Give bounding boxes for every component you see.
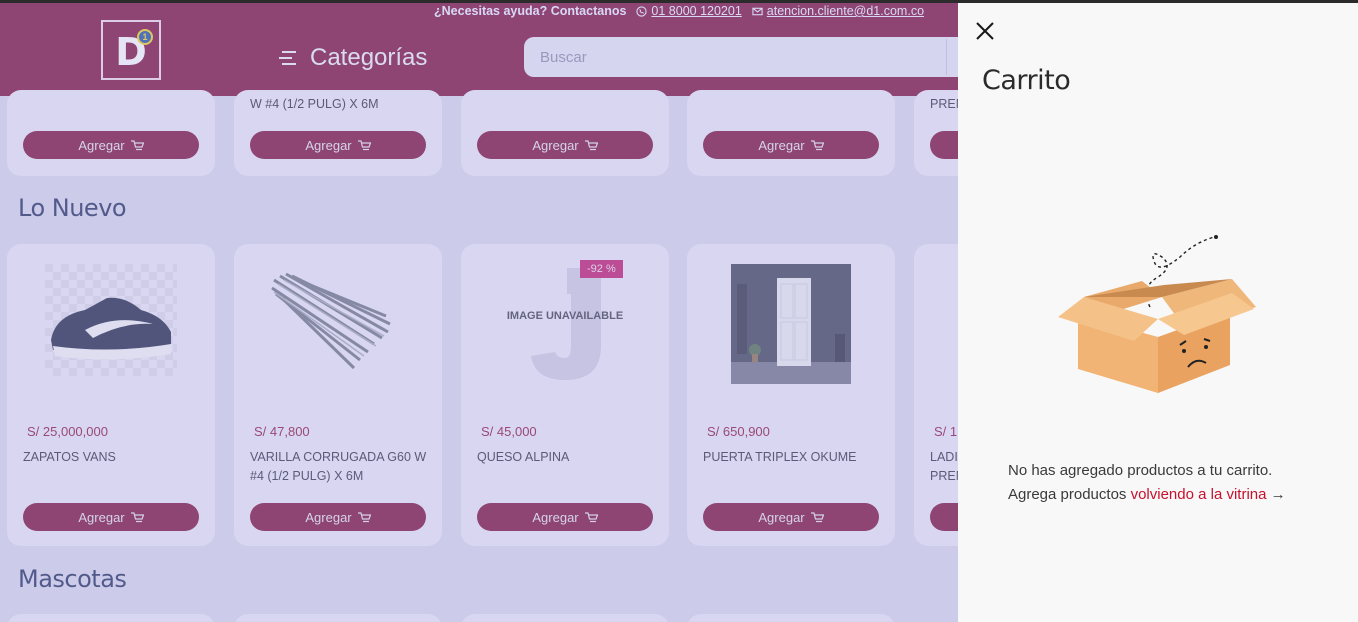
- logo-badge: 1: [137, 29, 153, 45]
- product-name: VARILLA CORRUGADA G60 W #4 (1/2 PULG) X …: [250, 450, 427, 483]
- phone-number: 01 8000 120201: [651, 4, 742, 18]
- close-icon[interactable]: [974, 20, 996, 42]
- add-to-cart-button[interactable]: Agregar: [703, 503, 879, 531]
- categories-label: Categorías: [310, 44, 428, 71]
- image-unavailable-placeholder: IMAGE UNAVAILABLE: [505, 264, 625, 384]
- cart-icon: [810, 511, 824, 522]
- product-card[interactable]: Agregar: [687, 90, 895, 176]
- product-name: PUERTA TRIPLEX OKUME: [703, 450, 857, 464]
- add-to-cart-button[interactable]: Agregar: [250, 131, 426, 159]
- d1-logo[interactable]: D 1: [101, 20, 161, 80]
- add-button-label: Agregar: [532, 509, 579, 525]
- product-card[interactable]: S/ 25,000,000 ZAPATOS VANS Agregar: [7, 244, 215, 546]
- help-bar: ¿Necesitas ayuda? Contactanos 01 8000 12…: [434, 4, 924, 18]
- product-card[interactable]: [687, 614, 895, 622]
- empty-cart-line1: No has agregado productos a tu carrito.: [1008, 462, 1273, 479]
- arrow-right-icon: →: [1270, 486, 1286, 503]
- cart-icon: [130, 139, 144, 150]
- add-to-cart-button[interactable]: Agregar: [250, 503, 426, 531]
- cart-drawer: Carrito No has agregado productos a tu c…: [958, 3, 1358, 622]
- cart-icon: [584, 511, 598, 522]
- search-divider: [946, 39, 947, 75]
- empty-cart-prefix: Agrega productos: [1008, 486, 1131, 503]
- site-header: ¿Necesitas ayuda? Contactanos 01 8000 12…: [0, 0, 958, 96]
- product-price: S/ 45,000: [481, 424, 537, 439]
- cart-icon: [810, 139, 824, 150]
- cart-icon: [584, 139, 598, 150]
- add-button-label: Agregar: [758, 509, 805, 525]
- phone-link[interactable]: 01 8000 120201: [636, 4, 742, 18]
- add-to-cart-button[interactable]: Agregar: [703, 131, 879, 159]
- product-card[interactable]: W #4 (1/2 PULG) X 6M Agregar: [234, 90, 442, 176]
- empty-cart-message: No has agregado productos a tu carrito. …: [1008, 459, 1348, 507]
- help-label: ¿Necesitas ayuda? Contactanos: [434, 4, 627, 18]
- placeholder-j-graphic: [531, 268, 601, 380]
- section-title-new: Lo Nuevo: [18, 194, 127, 222]
- window-top-border: [0, 0, 1358, 3]
- email-address: atencion.cliente@d1.com.co: [766, 4, 925, 18]
- product-price: S/ 650,900: [707, 424, 770, 439]
- product-card[interactable]: Agregar: [7, 90, 215, 176]
- add-to-cart-button[interactable]: Agregar: [477, 503, 653, 531]
- empty-cart-line2: Agrega productos volviendo a la vitrina …: [1008, 483, 1348, 507]
- search-input[interactable]: [524, 37, 958, 77]
- add-button-label: Agregar: [305, 137, 352, 153]
- add-button-label: Agregar: [532, 137, 579, 153]
- product-price: S/ 25,000,000: [27, 424, 108, 439]
- section-title-pets: Mascotas: [18, 565, 127, 593]
- menu-icon: [279, 51, 296, 65]
- add-button-label: Agregar: [78, 509, 125, 525]
- product-name: LADI PREM: [930, 450, 967, 483]
- phone-icon: [636, 5, 648, 17]
- image-unavailable-label: IMAGE UNAVAILABLE: [506, 310, 624, 322]
- product-name: ZAPATOS VANS: [23, 450, 116, 464]
- add-button-label: Agregar: [758, 137, 805, 153]
- cart-icon: [357, 511, 371, 522]
- product-name: W #4 (1/2 PULG) X 6M: [250, 97, 379, 111]
- product-card[interactable]: [7, 614, 215, 622]
- add-to-cart-button[interactable]: Agregar: [477, 131, 653, 159]
- cart-icon: [357, 139, 371, 150]
- product-card[interactable]: [461, 614, 669, 622]
- categories-menu-button[interactable]: Categorías: [278, 44, 427, 72]
- product-card[interactable]: S/ 650,900 PUERTA TRIPLEX OKUME Agregar: [687, 244, 895, 546]
- door-image: [731, 264, 851, 384]
- email-link[interactable]: atencion.cliente@d1.com.co: [752, 4, 924, 18]
- discount-badge: -92 %: [580, 260, 623, 278]
- shoe-image: [45, 264, 177, 376]
- cart-title: Carrito: [982, 65, 1071, 96]
- product-card[interactable]: IMAGE UNAVAILABLE -92 % S/ 45,000 QUESO …: [461, 244, 669, 546]
- add-button-label: Agregar: [78, 137, 125, 153]
- product-card[interactable]: S/ 47,800 VARILLA CORRUGADA G60 W #4 (1/…: [234, 244, 442, 546]
- product-price: S/ 47,800: [254, 424, 310, 439]
- product-price: S/ 1: [934, 424, 958, 439]
- mail-icon: [752, 7, 763, 15]
- product-card[interactable]: [234, 614, 442, 622]
- add-button-label: Agregar: [305, 509, 352, 525]
- product-card[interactable]: Agregar: [461, 90, 669, 176]
- product-name: QUESO ALPINA: [477, 450, 570, 464]
- empty-box-illustration: [1058, 235, 1256, 393]
- add-to-cart-button[interactable]: Agregar: [23, 131, 199, 159]
- back-to-store-link[interactable]: volviendo a la vitrina: [1131, 486, 1267, 503]
- cart-icon: [130, 511, 144, 522]
- rebar-image: [271, 272, 391, 370]
- add-to-cart-button[interactable]: Agregar: [23, 503, 199, 531]
